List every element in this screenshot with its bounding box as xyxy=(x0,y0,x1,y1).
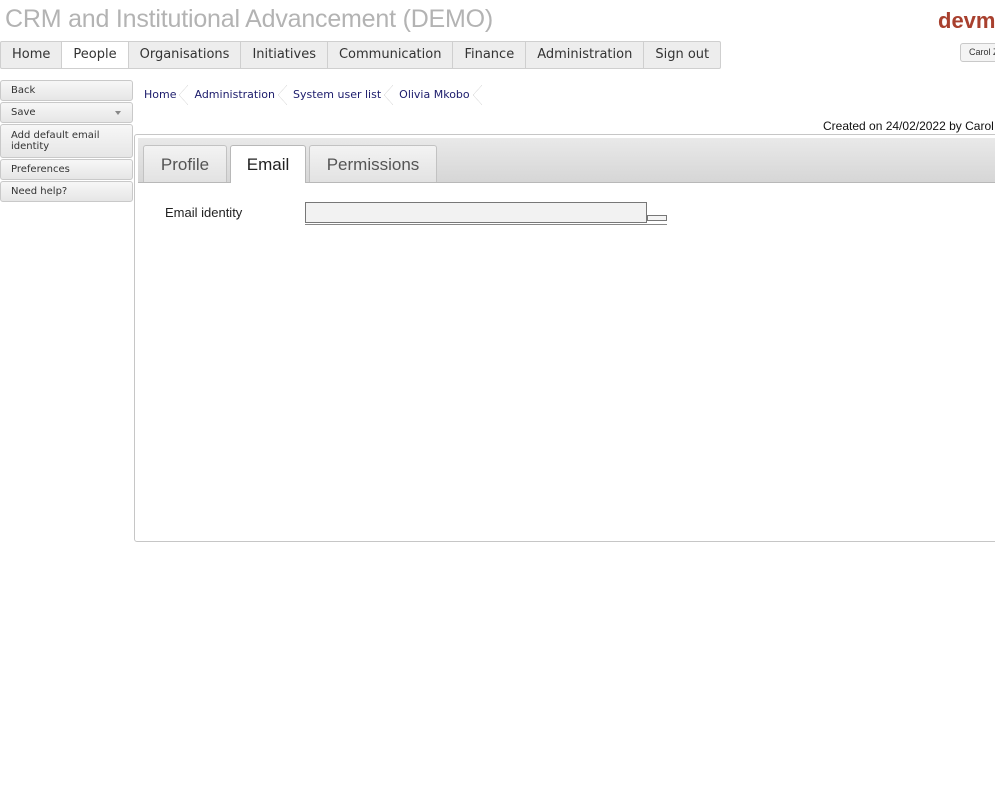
nav-sign-out[interactable]: Sign out xyxy=(644,42,720,68)
action-sidebar: Back Save Add default email identity Pre… xyxy=(0,80,133,203)
back-label: Back xyxy=(11,85,36,96)
nav-home[interactable]: Home xyxy=(1,42,63,68)
email-identity-label: Email identity xyxy=(165,205,243,220)
breadcrumb-current-user[interactable]: Olivia Mkobo xyxy=(393,84,482,106)
chevron-down-icon[interactable] xyxy=(115,111,121,115)
breadcrumb-system-user-list[interactable]: System user list xyxy=(287,84,394,106)
back-button[interactable]: Back xyxy=(0,80,133,101)
nav-communication[interactable]: Communication xyxy=(328,42,454,68)
need-help-label: Need help? xyxy=(11,186,68,197)
main-navigation: Home People Organisations Initiatives Co… xyxy=(0,41,722,69)
user-menu-button[interactable]: Carol Z xyxy=(960,43,995,62)
email-identity-dropdown-button[interactable] xyxy=(647,215,667,221)
tab-profile[interactable]: Profile xyxy=(143,145,227,182)
nav-people[interactable]: People xyxy=(62,42,129,68)
content-panel: Profile Email Permissions xyxy=(134,134,995,542)
email-identity-field[interactable] xyxy=(305,202,647,223)
add-default-email-label: Add default email identity xyxy=(11,130,100,152)
field-divider xyxy=(305,224,667,225)
nav-finance[interactable]: Finance xyxy=(453,42,527,68)
record-created-info: Created on 24/02/2022 by Carol Z xyxy=(823,119,995,133)
preferences-button[interactable]: Preferences xyxy=(0,159,133,180)
tab-permissions[interactable]: Permissions xyxy=(309,145,437,182)
breadcrumb: Home Administration System user list Oli… xyxy=(138,84,482,106)
brand-logo: devm xyxy=(938,8,995,33)
add-default-email-identity-button[interactable]: Add default email identity xyxy=(0,124,133,158)
need-help-button[interactable]: Need help? xyxy=(0,181,133,202)
save-button[interactable]: Save xyxy=(0,102,133,123)
breadcrumb-administration[interactable]: Administration xyxy=(188,84,287,106)
save-label: Save xyxy=(11,107,36,118)
nav-organisations[interactable]: Organisations xyxy=(129,42,242,68)
tab-bar: Profile Email Permissions xyxy=(138,138,995,183)
nav-initiatives[interactable]: Initiatives xyxy=(241,42,328,68)
nav-administration[interactable]: Administration xyxy=(526,42,645,68)
tab-email[interactable]: Email xyxy=(230,145,306,183)
app-title: CRM and Institutional Advancement (DEMO) xyxy=(5,5,494,33)
preferences-label: Preferences xyxy=(11,164,70,175)
breadcrumb-home[interactable]: Home xyxy=(138,84,189,106)
